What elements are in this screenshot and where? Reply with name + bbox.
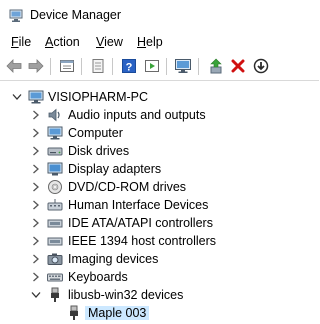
tree-item-label: DVD/CD-ROM drives bbox=[68, 180, 187, 194]
toolbar-separator bbox=[198, 58, 199, 75]
tree-item-ieee1394[interactable]: IEEE 1394 host controllers bbox=[0, 232, 319, 250]
uninstall-icon bbox=[231, 59, 245, 73]
tree-item-label: Display adapters bbox=[68, 162, 162, 176]
toolbar: ? bbox=[0, 54, 319, 80]
hid-icon bbox=[47, 199, 63, 211]
collapse-chevron-icon[interactable] bbox=[12, 91, 22, 103]
forward-button[interactable] bbox=[26, 56, 46, 76]
back-button[interactable] bbox=[4, 56, 24, 76]
tree-item-label: IEEE 1394 host controllers bbox=[68, 234, 216, 248]
action-icon bbox=[145, 60, 159, 72]
menu-action-label: ction bbox=[53, 35, 80, 49]
disk-drive-icon bbox=[47, 147, 63, 156]
collapse-chevron-icon[interactable] bbox=[31, 289, 41, 301]
properties-button[interactable] bbox=[57, 56, 77, 76]
display-adapter-icon bbox=[47, 162, 63, 176]
tree-item-label: Disk drives bbox=[68, 144, 130, 158]
menu-file-label: ile bbox=[18, 35, 32, 49]
expand-chevron-icon[interactable] bbox=[31, 217, 41, 229]
tree-item-ide-controllers[interactable]: IDE ATA/ATAPI controllers bbox=[0, 214, 319, 232]
tree-item-audio[interactable]: Audio inputs and outputs bbox=[0, 106, 319, 124]
controller-icon bbox=[47, 237, 63, 246]
show-hidden-icon bbox=[92, 59, 104, 73]
speaker-icon bbox=[48, 108, 60, 122]
tree-item-label: Audio inputs and outputs bbox=[68, 108, 206, 122]
tree-item-label: Imaging devices bbox=[68, 252, 159, 266]
toolbar-separator bbox=[81, 58, 82, 75]
back-arrow-icon bbox=[6, 59, 22, 73]
usb-plug-icon bbox=[51, 287, 59, 302]
help-button[interactable]: ? bbox=[119, 56, 139, 76]
menu-bar: File Action View Help bbox=[0, 32, 319, 52]
expand-chevron-icon[interactable] bbox=[31, 163, 41, 175]
device-manager-icon bbox=[9, 9, 23, 22]
disable-device-button[interactable] bbox=[251, 56, 271, 76]
computer-icon bbox=[28, 90, 44, 104]
tree-item-label: IDE ATA/ATAPI controllers bbox=[68, 216, 213, 230]
expand-chevron-icon[interactable] bbox=[31, 235, 41, 247]
tree-item-label: Human Interface Devices bbox=[68, 198, 209, 212]
scan-hardware-button[interactable] bbox=[173, 56, 193, 76]
camera-icon bbox=[47, 253, 63, 265]
expand-chevron-icon[interactable] bbox=[31, 145, 41, 157]
expand-chevron-icon[interactable] bbox=[31, 109, 41, 121]
menu-view-label: iew bbox=[104, 35, 123, 49]
svg-text:?: ? bbox=[126, 62, 133, 74]
menu-view[interactable]: View bbox=[96, 35, 123, 49]
computer-icon bbox=[47, 126, 63, 140]
disable-device-icon bbox=[253, 58, 269, 74]
toolbar-separator bbox=[166, 58, 167, 75]
menu-view-accel: V bbox=[96, 35, 105, 49]
tree-item-label: Maple 003 bbox=[85, 306, 150, 320]
keyboard-icon bbox=[47, 273, 63, 282]
expand-chevron-icon[interactable] bbox=[31, 199, 41, 211]
tree-item-hid[interactable]: Human Interface Devices bbox=[0, 196, 319, 214]
properties-icon bbox=[60, 60, 74, 72]
tree-item-maple-003[interactable]: Maple 003 bbox=[0, 304, 319, 322]
title-bar: Device Manager bbox=[0, 0, 319, 32]
menu-file-accel: F bbox=[11, 35, 19, 49]
tree-item-label: Keyboards bbox=[68, 270, 128, 284]
usb-plug-icon bbox=[70, 305, 78, 320]
tree-item-display-adapters[interactable]: Display adapters bbox=[0, 160, 319, 178]
expand-chevron-icon[interactable] bbox=[31, 127, 41, 139]
tree-item-label: libusb-win32 devices bbox=[68, 288, 184, 302]
update-driver-button[interactable] bbox=[206, 56, 226, 76]
expand-chevron-icon[interactable] bbox=[31, 271, 41, 283]
update-driver-icon bbox=[210, 58, 222, 74]
dvd-drive-icon bbox=[48, 180, 62, 194]
tree-item-libusb[interactable]: libusb-win32 devices bbox=[0, 286, 319, 304]
tree-item-imaging[interactable]: Imaging devices bbox=[0, 250, 319, 268]
menu-help-label: elp bbox=[146, 35, 163, 49]
tree-item-dvd-drives[interactable]: DVD/CD-ROM drives bbox=[0, 178, 319, 196]
window-title: Device Manager bbox=[30, 8, 122, 22]
tree-item-disk-drives[interactable]: Disk drives bbox=[0, 142, 319, 160]
help-icon: ? bbox=[122, 59, 136, 74]
menu-help[interactable]: Help bbox=[137, 35, 163, 49]
menu-file[interactable]: File bbox=[11, 35, 31, 49]
forward-arrow-icon bbox=[28, 59, 44, 73]
toolbar-separator bbox=[50, 58, 51, 75]
menu-help-accel: H bbox=[137, 35, 147, 49]
toolbar-separator bbox=[112, 58, 113, 75]
show-hidden-button[interactable] bbox=[88, 56, 108, 76]
uninstall-device-button[interactable] bbox=[228, 56, 248, 76]
tree-item-label: Computer bbox=[68, 126, 123, 140]
menu-action[interactable]: Action bbox=[45, 35, 80, 49]
monitor-icon bbox=[175, 59, 191, 73]
action-button[interactable] bbox=[142, 56, 162, 76]
toolbar-divider bbox=[0, 80, 319, 81]
expand-chevron-icon[interactable] bbox=[31, 253, 41, 265]
controller-icon bbox=[47, 219, 63, 228]
tree-root-label: VISIOPHARM-PC bbox=[48, 90, 149, 104]
tree-item-computer[interactable]: Computer bbox=[0, 124, 319, 142]
tree-root[interactable]: VISIOPHARM-PC bbox=[0, 88, 319, 106]
tree-item-keyboards[interactable]: Keyboards bbox=[0, 268, 319, 286]
expand-chevron-icon[interactable] bbox=[31, 181, 41, 193]
